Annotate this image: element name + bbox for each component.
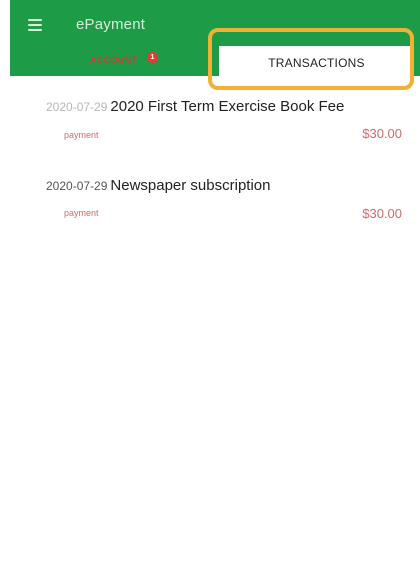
tab-transactions[interactable]: TRANSACTIONS bbox=[219, 46, 414, 80]
transaction-type: payment bbox=[64, 130, 99, 140]
app-title: ePayment bbox=[76, 16, 146, 33]
transaction-title: Newspaper subscription bbox=[110, 177, 271, 194]
hamburger-menu-icon[interactable] bbox=[28, 19, 42, 31]
tab-transactions-label: TRANSACTIONS bbox=[268, 56, 365, 70]
transaction-date: 2020-07-29 bbox=[46, 100, 108, 114]
tab-account[interactable]: ACCOUNT 1 bbox=[20, 44, 220, 76]
transaction-amount: $30.00 bbox=[362, 126, 402, 141]
transaction-type: payment bbox=[64, 208, 99, 218]
transaction-title: 2020 First Term Exercise Book Fee bbox=[110, 98, 345, 115]
transaction-item[interactable]: 2020-07-29 2020 First Term Exercise Book… bbox=[46, 98, 406, 146]
transaction-item[interactable]: 2020-07-29 Newspaper subscription paymen… bbox=[46, 177, 406, 225]
transaction-date: 2020-07-29 bbox=[46, 179, 108, 193]
tab-account-label: ACCOUNT bbox=[90, 55, 138, 65]
notification-badge: 1 bbox=[147, 52, 158, 63]
transaction-amount: $30.00 bbox=[362, 206, 402, 221]
